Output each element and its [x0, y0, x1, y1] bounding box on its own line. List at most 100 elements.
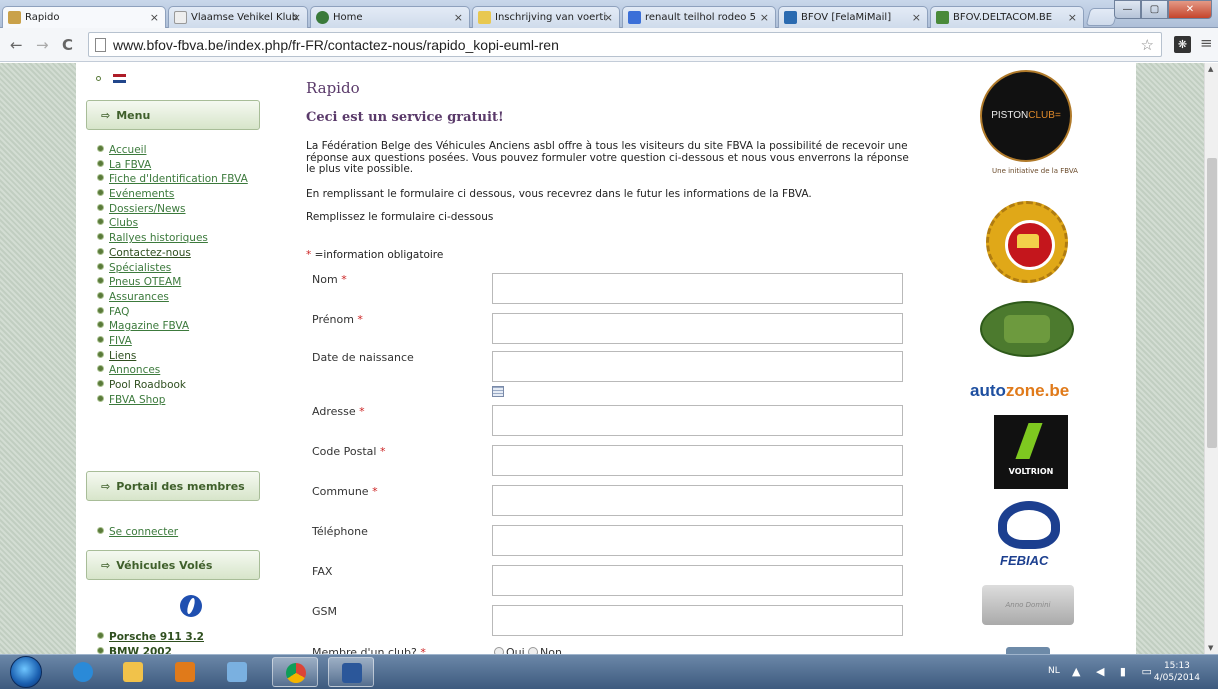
close-tab-icon[interactable]: ×: [1068, 11, 1077, 24]
royal-automobile-club-logo[interactable]: [986, 201, 1068, 283]
menu-item[interactable]: Spécialistes: [98, 262, 248, 277]
fax-input[interactable]: [492, 565, 903, 596]
close-tab-icon[interactable]: ×: [604, 11, 613, 24]
close-tab-icon[interactable]: ×: [454, 11, 463, 24]
menu-item[interactable]: Fiche d'Identification FBVA: [98, 173, 248, 188]
menu-item[interactable]: Accueil: [98, 144, 248, 159]
sponsor-plate-logo[interactable]: Anno Domini: [982, 585, 1074, 625]
birthdate-input[interactable]: [492, 351, 903, 382]
scroll-down-icon[interactable]: ▼: [1208, 644, 1213, 652]
menu-item[interactable]: Pool Roadbook: [98, 379, 248, 394]
taskbar-chrome[interactable]: [272, 657, 318, 687]
tab-deltacom[interactable]: BFOV.DELTACOM.BE ×: [930, 6, 1084, 28]
commune-input[interactable]: [492, 485, 903, 516]
menu-item[interactable]: Magazine FBVA: [98, 320, 248, 335]
tab-renault[interactable]: renault teilhol rodeo 5 ×: [622, 6, 776, 28]
menu-link[interactable]: Accueil: [109, 144, 147, 156]
menu-link[interactable]: Pneus OTEAM: [109, 276, 181, 288]
phone-input[interactable]: [492, 525, 903, 556]
menu-link[interactable]: Dossiers/News: [109, 203, 186, 215]
menu-link[interactable]: La FBVA: [109, 159, 151, 171]
menu-item[interactable]: Contactez-nous: [98, 247, 248, 262]
tab-vvk[interactable]: Vlaamse Vehikel Klub ×: [168, 6, 308, 28]
list-item[interactable]: BMW 2002: [98, 646, 204, 654]
forward-arrow-icon[interactable]: →: [36, 36, 49, 54]
close-tab-icon[interactable]: ×: [292, 11, 301, 24]
pistonclub-logo[interactable]: PISTONCLUB=: [980, 70, 1072, 162]
menu-icon[interactable]: ≡: [1200, 34, 1213, 52]
menu-item[interactable]: Clubs: [98, 217, 248, 232]
bookmark-star-icon[interactable]: ☆: [1141, 36, 1154, 54]
maximize-button[interactable]: ▢: [1141, 0, 1168, 19]
menu-item[interactable]: Annonces: [98, 364, 248, 379]
menu-link[interactable]: Rallyes historiques: [109, 232, 208, 244]
taskbar-ie[interactable]: [60, 657, 106, 687]
start-button[interactable]: [10, 656, 42, 688]
menu-item[interactable]: Evénements: [98, 188, 248, 203]
list-item[interactable]: Porsche 911 3.2: [98, 631, 204, 646]
menu-item[interactable]: Rallyes historiques: [98, 232, 248, 247]
scroll-up-icon[interactable]: ▲: [1208, 65, 1213, 73]
page-scrollbar[interactable]: ▲ ▼: [1204, 63, 1218, 654]
nom-input[interactable]: [492, 273, 903, 304]
menu-item[interactable]: FBVA Shop: [98, 394, 248, 409]
close-tab-icon[interactable]: ×: [760, 11, 769, 24]
menu-link[interactable]: Magazine FBVA: [109, 320, 189, 332]
stolen-vehicle-link[interactable]: Porsche 911 3.2: [109, 631, 204, 643]
close-tab-icon[interactable]: ×: [150, 11, 159, 24]
menu-link[interactable]: Assurances: [109, 291, 169, 303]
menu-link[interactable]: Contactez-nous: [109, 247, 191, 259]
menu-link[interactable]: Annonces: [109, 364, 160, 376]
menu-item[interactable]: FAQ: [98, 306, 248, 321]
taskbar-paint[interactable]: [214, 657, 260, 687]
febiac-logo[interactable]: FEBIAC: [992, 501, 1068, 571]
voltrion-logo[interactable]: VOLTRION: [994, 415, 1068, 489]
menu-link[interactable]: Liens: [109, 350, 136, 362]
menu-item[interactable]: Dossiers/News: [98, 203, 248, 218]
taskbar-explorer[interactable]: [110, 657, 156, 687]
menu-item[interactable]: Pneus OTEAM: [98, 276, 248, 291]
menu-item[interactable]: Assurances: [98, 291, 248, 306]
clock[interactable]: 15:13 4/05/2014: [1154, 660, 1200, 684]
address-input[interactable]: [492, 405, 903, 436]
reload-icon[interactable]: C: [62, 36, 73, 54]
language-indicator[interactable]: NL: [1048, 666, 1060, 676]
fiva-logo[interactable]: [980, 301, 1074, 357]
menu-link[interactable]: FIVA: [109, 335, 132, 347]
menu-item[interactable]: Liens: [98, 350, 248, 365]
close-window-button[interactable]: ✕: [1168, 0, 1212, 19]
club-no-radio[interactable]: Non: [528, 646, 562, 654]
tab-felamimail[interactable]: BFOV [FelaMiMail] ×: [778, 6, 928, 28]
tab-rapido[interactable]: Rapido ×: [2, 6, 166, 29]
calendar-icon[interactable]: [492, 386, 504, 397]
minimize-button[interactable]: —: [1114, 0, 1141, 19]
tray-icons[interactable]: ▲ ◀ ▮ ▭: [1072, 665, 1158, 678]
extension-icon[interactable]: ❋: [1174, 36, 1191, 53]
scrollbar-thumb[interactable]: [1207, 158, 1217, 448]
gsm-input[interactable]: [492, 605, 903, 636]
menu-item[interactable]: FIVA: [98, 335, 248, 350]
sponsor-logo-partial[interactable]: [1006, 647, 1050, 654]
taskbar-word[interactable]: [328, 657, 374, 687]
dutch-flag-icon[interactable]: [112, 73, 126, 83]
club-yes-radio[interactable]: Oui: [494, 646, 525, 654]
menu-link[interactable]: FAQ: [109, 306, 129, 318]
url-input[interactable]: www.bfov-fbva.be/index.php/fr-FR/contact…: [88, 32, 1162, 57]
stolen-vehicle-link[interactable]: BMW 2002: [109, 646, 172, 654]
menu-item[interactable]: La FBVA: [98, 159, 248, 174]
taskbar-media[interactable]: [162, 657, 208, 687]
back-arrow-icon[interactable]: ←: [10, 36, 23, 54]
menu-item[interactable]: Se connecter: [98, 526, 178, 541]
menu-link[interactable]: Spécialistes: [109, 262, 171, 274]
tab-inschrijving[interactable]: Inschrijving van voerti ×: [472, 6, 620, 28]
menu-link[interactable]: Fiche d'Identification FBVA: [109, 173, 248, 185]
autozone-logo[interactable]: autozone.be: [970, 381, 1069, 401]
menu-link[interactable]: Pool Roadbook: [109, 379, 186, 391]
login-link[interactable]: Se connecter: [109, 526, 178, 538]
menu-link[interactable]: Evénements: [109, 188, 174, 200]
menu-link[interactable]: Clubs: [109, 217, 138, 229]
prenom-input[interactable]: [492, 313, 903, 344]
close-tab-icon[interactable]: ×: [912, 11, 921, 24]
postal-code-input[interactable]: [492, 445, 903, 476]
tab-home[interactable]: Home ×: [310, 6, 470, 28]
